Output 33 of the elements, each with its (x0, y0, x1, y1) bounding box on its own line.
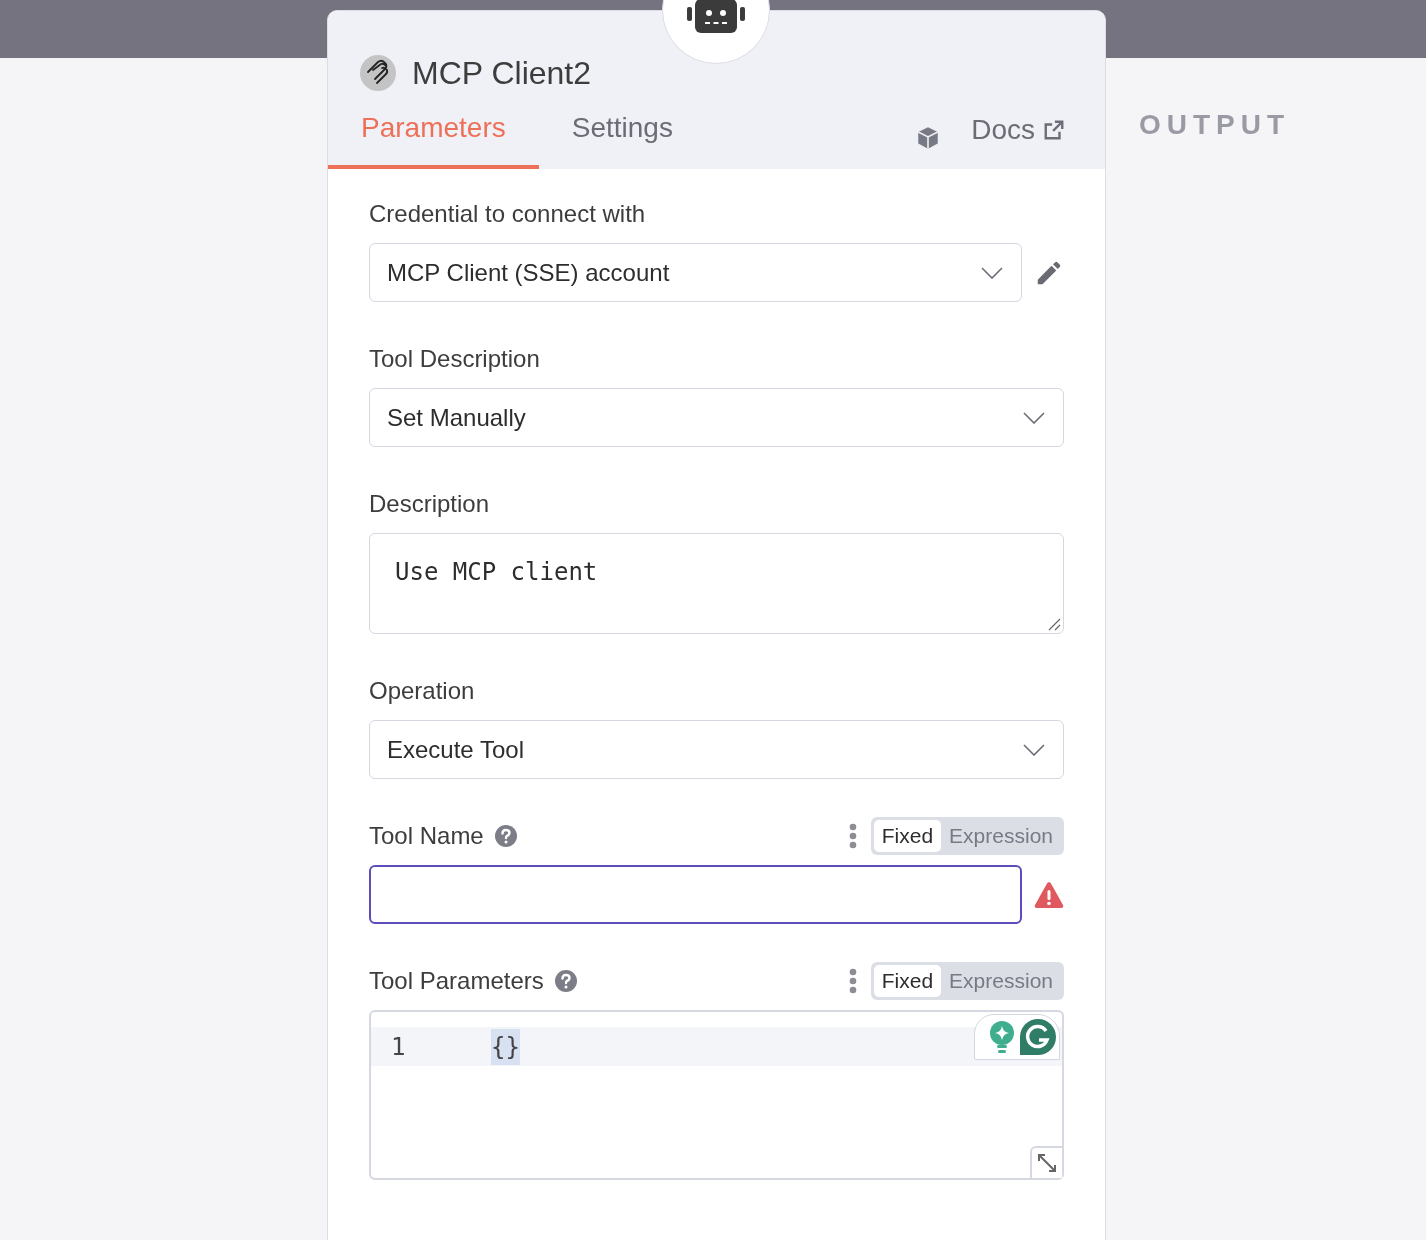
mode-option[interactable]: Fixed (873, 820, 942, 852)
more-options-icon[interactable] (848, 823, 857, 849)
field-label: Description (369, 489, 490, 519)
dropdown-field[interactable]: Execute Tool (369, 720, 1064, 779)
chevron-down-icon (981, 266, 1003, 279)
more-options-icon[interactable] (848, 968, 857, 994)
code-text: {} (491, 1028, 520, 1065)
expand-icon (1038, 1154, 1056, 1172)
external-link-icon (1043, 119, 1065, 141)
help-icon[interactable] (553, 969, 578, 993)
assistant-widget[interactable] (974, 1014, 1060, 1060)
code-editor[interactable]: 1 {} (369, 1010, 1064, 1180)
help-icon[interactable] (493, 824, 518, 848)
text-input[interactable] (369, 865, 1022, 924)
resize-grip-icon[interactable] (1047, 617, 1061, 631)
lightbulb-icon (989, 1021, 1015, 1053)
mode-option[interactable]: Fixed (873, 965, 942, 997)
expand-button[interactable] (1030, 1146, 1062, 1178)
chevron-down-icon (1023, 743, 1045, 756)
dropdown-field[interactable]: Set Manually (369, 388, 1064, 447)
field-label: Operation (369, 676, 475, 706)
chevron-down-icon (1023, 411, 1045, 424)
field-label: Tool Name (369, 821, 484, 851)
dropdown-field[interactable]: MCP Client (SSE) account (369, 243, 1022, 302)
field-label: Tool Description (369, 344, 540, 374)
docs-link[interactable]: Docs (971, 109, 1065, 151)
output-heading: OUTPUT (1139, 108, 1291, 142)
mcp-logo-icon (360, 55, 396, 91)
field-label: Credential to connect with (369, 199, 646, 229)
grammarly-icon (1019, 1018, 1057, 1056)
field-label: Tool Parameters (369, 966, 544, 996)
line-number: 1 (390, 1031, 407, 1063)
description-textarea[interactable]: Use MCP client (369, 533, 1064, 634)
